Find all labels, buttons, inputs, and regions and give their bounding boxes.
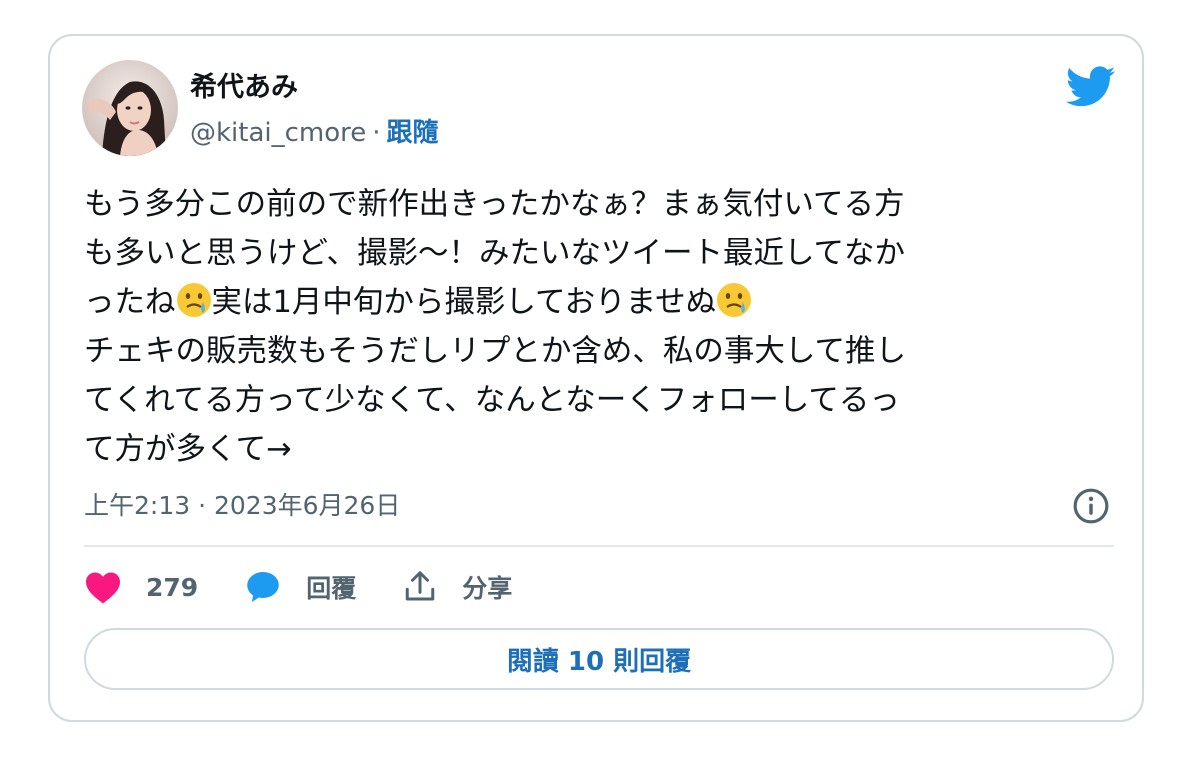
user-handle[interactable]: @kitai_cmore xyxy=(190,118,366,148)
speech-bubble-icon xyxy=(247,572,279,602)
separator-dot: · xyxy=(372,118,381,148)
tweet-actions: 279 回覆 分享 xyxy=(84,564,558,610)
tweet-line: てくれてる方って少なくて、なんとなーくフォローしてるっ xyxy=(84,383,900,418)
avatar-photo xyxy=(82,60,178,156)
face-holding-back-tears-emoji xyxy=(717,283,752,317)
share-upload-icon xyxy=(405,571,435,601)
heart-icon xyxy=(86,572,120,604)
tweet-line-segment: 実は1月中旬から撮影しておりませぬ xyxy=(211,285,717,320)
tweet-line: て方が多くて→ xyxy=(84,432,292,467)
follow-link[interactable]: 跟隨 xyxy=(387,118,439,148)
read-replies-button[interactable]: 閱讀 10 則回覆 xyxy=(84,628,1114,690)
share-button[interactable]: 分享 xyxy=(402,569,512,605)
tweet-line: チェキの販売数もそうだしリプとか含め、私の事大して推し xyxy=(84,334,906,369)
tweet-line: も多いと思うけど、撮影〜！みたいなツイート最近してなか xyxy=(84,236,906,271)
tweet-line-with-emoji: ったね 実は1月中旬から撮影しておりませぬ xyxy=(84,278,1124,327)
tweet-line: もう多分この前ので新作出きったかなぁ？まぁ気付いてる方 xyxy=(84,187,905,222)
like-button[interactable]: 279 xyxy=(84,570,198,604)
like-count: 279 xyxy=(146,572,199,602)
display-name[interactable]: 希代あみ xyxy=(190,70,298,106)
share-label: 分享 xyxy=(462,574,513,603)
tweet-text: もう多分この前ので新作出きったかなぁ？まぁ気付いてる方 も多いと思うけど、撮影〜… xyxy=(84,180,1124,474)
tweet-timestamp[interactable]: 上午2:13 · 2023年6月26日 xyxy=(84,488,400,524)
face-holding-back-tears-emoji xyxy=(176,283,211,317)
info-icon[interactable] xyxy=(1072,487,1110,525)
reply-label: 回覆 xyxy=(306,574,357,603)
embedded-tweet-card: 希代あみ @kitai_cmore · 跟隨 もう多分この前ので新作出きったかなぁ？… xyxy=(48,34,1144,722)
avatar[interactable] xyxy=(82,60,178,156)
reply-button[interactable]: 回覆 xyxy=(244,569,356,605)
tweet-line-segment: ったね xyxy=(84,285,176,320)
twitter-bird-icon[interactable] xyxy=(1066,66,1116,108)
handle-row: @kitai_cmore · 跟隨 xyxy=(190,116,439,150)
divider xyxy=(84,545,1114,547)
